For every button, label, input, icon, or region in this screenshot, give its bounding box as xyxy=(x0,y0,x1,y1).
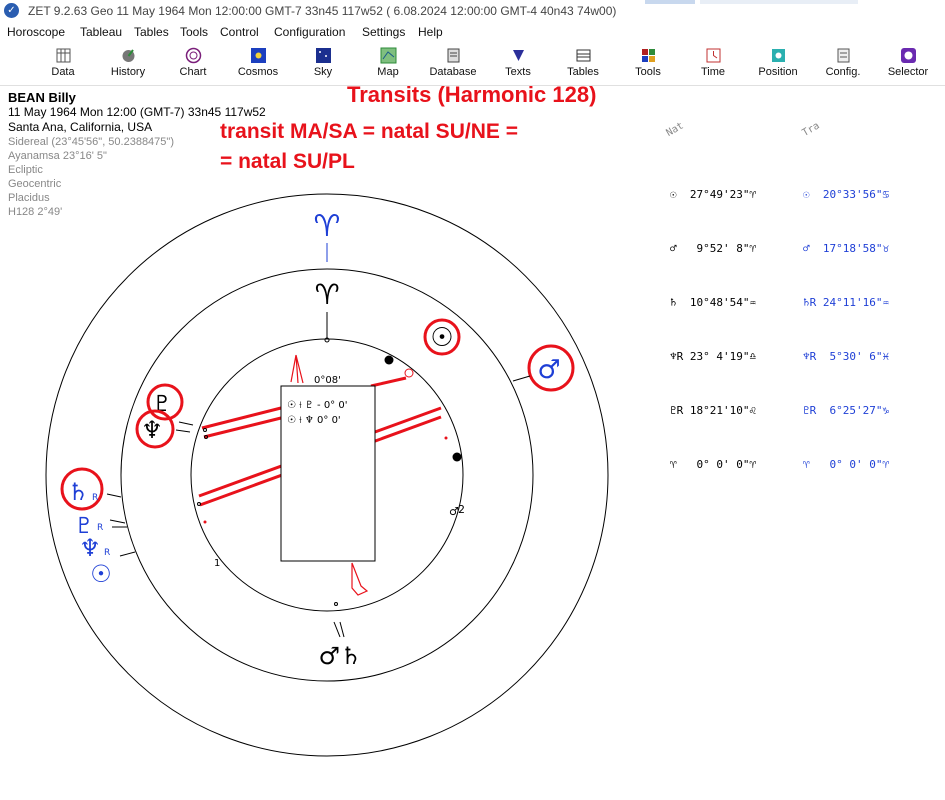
planet-point xyxy=(334,602,338,606)
aspect-line xyxy=(203,416,282,439)
transit-neptune-glyph: ♆ xyxy=(79,534,101,562)
mars-tick xyxy=(512,375,531,382)
retrograde-mark: R xyxy=(92,493,98,503)
planet-point xyxy=(203,428,207,432)
orb-label: 0°08' xyxy=(314,375,341,386)
aspect-point xyxy=(444,436,448,440)
planet-tick xyxy=(178,421,194,426)
transit-sun-left-glyph: ☉ xyxy=(90,560,112,588)
aspect-point xyxy=(203,520,207,524)
planet-point xyxy=(197,502,201,506)
arrow-marker-top xyxy=(290,354,304,384)
cusp-2-label: 2 xyxy=(458,503,465,516)
retrograde-mark: R xyxy=(97,523,103,533)
planet-tick xyxy=(333,621,341,638)
aspect-line xyxy=(201,406,282,430)
transit-sun-glyph: ☉ xyxy=(430,323,453,353)
planet-tick xyxy=(175,429,191,433)
cusp-1-label: 1 xyxy=(214,558,220,569)
aspect-entry: ☉ ⟊ ♆ 0° 0' xyxy=(287,415,341,426)
arrow-marker-bottom xyxy=(351,562,369,596)
natal-aries-glyph: ♈ xyxy=(314,278,339,311)
transit-saturn-glyph: ♄ xyxy=(67,478,89,506)
aspect-line xyxy=(370,376,407,388)
horoscope-wheel[interactable]: ♈ ♈ ☉ ♂ ♂ 2 ☉ ⟊ ♇ - 0° 0' ☉ ⟊ ♆ 0° 0' 0°… xyxy=(0,0,945,800)
transit-mars-glyph: ♂ xyxy=(537,355,560,385)
planet-dot xyxy=(384,355,394,365)
natal-neptune-glyph: ♆ xyxy=(141,416,163,444)
sun-marker xyxy=(404,368,414,378)
planet-dot xyxy=(452,452,462,462)
natal-mars-saturn-glyphs: ♂♄ xyxy=(318,642,361,670)
planet-tick xyxy=(106,493,122,498)
planet-tick xyxy=(109,519,126,524)
planet-tick xyxy=(339,621,345,638)
planet-tick xyxy=(119,551,136,557)
aspect-entry: ☉ ⟊ ♇ - 0° 0' xyxy=(287,400,347,411)
aspect-info-box xyxy=(280,385,376,562)
transit-aries-glyph: ♈ xyxy=(314,209,341,244)
retrograde-mark: R xyxy=(104,548,110,558)
